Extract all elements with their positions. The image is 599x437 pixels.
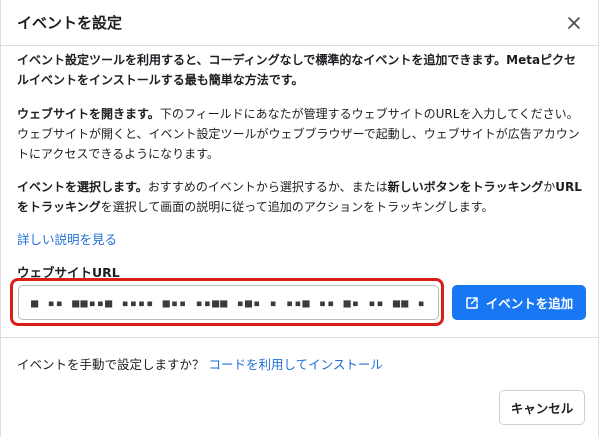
step-select-event-text-a: おすすめのイベントから選択するか、または: [147, 180, 388, 194]
install-with-code-link[interactable]: コードを利用してインストール: [209, 357, 383, 372]
website-url-input[interactable]: [18, 285, 439, 320]
manual-setup-question: イベントを手動で設定しますか？: [17, 357, 205, 372]
step-open-website: ウェブサイトを開きます。下のフィールドにあなたが管理するウェブサイトのURLを入…: [17, 104, 585, 164]
close-icon: [568, 17, 580, 29]
close-button[interactable]: [564, 13, 584, 33]
add-event-button-label: イベントを追加: [485, 296, 574, 311]
cancel-button[interactable]: キャンセル: [499, 390, 585, 425]
dialog-title: イベントを設定: [17, 14, 123, 32]
dialog-header: イベントを設定: [1, 0, 598, 46]
step-select-event-text-c: を選択して画面の説明に従って追加のアクションをトラッキングします。: [100, 200, 494, 214]
intro-text: イベント設定ツールを利用すると、コーディングなしで標準的なイベントを追加できます…: [17, 53, 577, 87]
add-event-button[interactable]: イベントを追加: [452, 285, 586, 320]
manual-setup-row: イベントを手動で設定しますか？ コードを利用してインストール: [17, 354, 383, 373]
details-link[interactable]: 詳しい説明を見る: [17, 229, 117, 248]
step-select-event-text-b: か: [543, 180, 556, 194]
step-select-event: イベントを選択します。おすすめのイベントから選択するか、または新しいボタンをトラ…: [17, 177, 585, 217]
event-setup-dialog: イベントを設定 イベント設定ツールを利用すると、コーディングなしで標準的なイベン…: [0, 0, 599, 437]
open-external-icon: [465, 296, 478, 309]
track-new-button-text: 新しいボタンをトラッキング: [387, 180, 544, 194]
footer-divider: [1, 337, 598, 338]
step-select-event-lead: イベントを選択します。: [17, 180, 148, 194]
step-open-website-lead: ウェブサイトを開きます。: [17, 107, 160, 121]
